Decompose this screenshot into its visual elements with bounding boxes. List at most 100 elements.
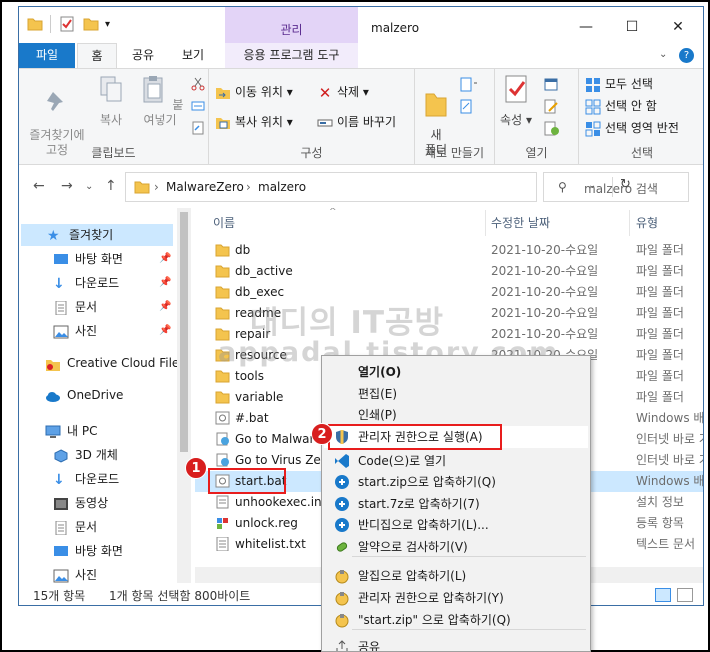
column-header-type[interactable]: 유형 (636, 214, 658, 231)
paste-shortcut-icon[interactable] (191, 121, 205, 135)
open-icon[interactable] (543, 77, 563, 93)
delete-button[interactable]: ✕ 삭제 ▾ (317, 81, 369, 103)
context-menu-item[interactable]: 반디집으로 압축하기(L)... (324, 514, 588, 536)
invert-selection-button[interactable]: 선택 영역 반전 (585, 117, 679, 139)
quick-access-dropdown-icon[interactable]: ▾ (105, 19, 121, 35)
nav-item-desktop-pc[interactable]: 바탕 화면 (53, 540, 123, 562)
context-menu: 열기(O) 편집(E) 인쇄(P) 관리자 권한으로 실행(A) Code(으)로 열기… (321, 355, 591, 652)
nav-item-3d-objects[interactable]: 3D 개체 (53, 444, 118, 466)
nav-scrollbar-thumb[interactable] (180, 212, 188, 452)
menu-separator (352, 629, 586, 630)
copy-label: 복사 (99, 113, 123, 127)
nav-item-pictures-pc[interactable]: 사진 (53, 564, 97, 583)
context-menu-item[interactable]: "start.zip" 으로 압축하기(Q) (324, 609, 588, 631)
file-type: 설치 정보 (636, 495, 684, 509)
context-menu-item[interactable]: Code(으)로 열기 (324, 450, 588, 472)
new-folder-quick-icon[interactable] (83, 16, 99, 32)
context-menu-item[interactable]: 인쇄(P) (324, 404, 588, 426)
copy-button[interactable]: 복사 (91, 73, 131, 128)
nav-item-pictures[interactable]: 사진 (53, 320, 97, 342)
context-menu-item[interactable]: 알약으로 검사하기(V) (324, 536, 588, 558)
file-row[interactable]: db_active 2021-10-20-수요일 파일 폴더 (195, 261, 703, 282)
minimize-button[interactable]: — (563, 13, 609, 41)
nav-item-downloads[interactable]: ↓ 다운로드 (53, 272, 119, 294)
copy-to-button[interactable]: 복사 위치 ▾ (215, 111, 293, 133)
history-icon[interactable] (543, 121, 563, 137)
annotation-box-run-as-admin (328, 424, 502, 450)
paste-button[interactable]: 붙여넣기 (133, 73, 187, 128)
nav-item-creative-cloud[interactable]: Creative Cloud Files (45, 352, 186, 374)
manage-context-band: 관리 (225, 7, 358, 43)
select-all-icon (586, 77, 600, 92)
internet-shortcut-icon (215, 432, 230, 446)
forward-arrow-icon[interactable]: → (61, 178, 73, 194)
help-icon[interactable]: ? (679, 48, 694, 63)
column-divider[interactable] (629, 210, 630, 236)
nav-item-this-pc[interactable]: 내 PC (45, 420, 97, 442)
file-name: db_active (235, 264, 293, 278)
column-divider[interactable] (485, 210, 486, 236)
new-item-icon[interactable] (459, 77, 479, 93)
file-type: 파일 폴더 (636, 285, 684, 299)
copy-path-icon[interactable] (191, 99, 205, 113)
alzip-icon (334, 612, 350, 628)
context-menu-label: 관리자 권한으로 압축하기(Y) (358, 591, 504, 605)
nav-item-quick-access[interactable]: ★ 즐겨찾기 (47, 224, 113, 246)
context-menu-item[interactable]: 편집(E) (324, 383, 588, 405)
nav-item-desktop[interactable]: 바탕 화면 (53, 248, 123, 270)
copy-to-icon (216, 117, 230, 129)
folder-icon (215, 369, 230, 383)
details-view-icon[interactable] (655, 588, 671, 602)
up-arrow-icon[interactable]: ↑ (105, 178, 117, 194)
rename-button[interactable]: 이름 바꾸기 (317, 111, 396, 133)
properties-icon (505, 75, 527, 103)
context-menu-item[interactable]: 공유 (324, 636, 588, 651)
nav-item-videos[interactable]: 동영상 (53, 492, 108, 514)
tab-view[interactable]: 보기 (173, 43, 213, 68)
file-type: 파일 폴더 (636, 264, 684, 278)
recent-dropdown-icon[interactable]: ⌄ (85, 181, 93, 192)
ribbon: 즐겨찾기에 고정 복사 붙여넣기 클립보드 이동 위치 ▾ ✕ 삭제 ▾ 복사 … (19, 68, 703, 165)
context-menu-item[interactable]: start.zip으로 압축하기(Q) (324, 471, 588, 493)
nav-item-documents[interactable]: 문서 (53, 296, 97, 318)
edit-icon[interactable] (543, 99, 563, 115)
breadcrumb-malwarezero[interactable]: MalwareZero (166, 180, 244, 194)
properties-check-icon[interactable] (59, 16, 75, 32)
large-icons-view-icon[interactable] (677, 588, 693, 602)
column-header-name[interactable]: 이름 (213, 214, 235, 231)
tab-app-tools[interactable]: 응용 프로그램 도구 (225, 43, 358, 68)
nav-item-documents-pc[interactable]: 문서 (53, 516, 97, 538)
video-icon (54, 497, 68, 510)
properties-button[interactable]: 속성 ▾ (499, 73, 533, 128)
context-menu-item[interactable]: 관리자 권한으로 압축하기(Y) (324, 587, 588, 609)
nav-label: 다운로드 (75, 276, 120, 290)
tab-file[interactable]: 파일 (19, 43, 75, 68)
move-to-button[interactable]: 이동 위치 ▾ (215, 81, 293, 103)
close-button[interactable]: ✕ (655, 13, 701, 41)
maximize-button[interactable]: ☐ (609, 13, 655, 41)
nav-item-downloads-pc[interactable]: ↓ 다운로드 (53, 468, 119, 490)
file-type: Windows 배치 파 (636, 474, 704, 488)
context-menu-item[interactable]: 알집으로 압축하기(L) (324, 565, 588, 587)
chevron-down-icon[interactable]: ⌄ (659, 49, 667, 60)
select-none-button[interactable]: 선택 안 함 (585, 95, 657, 117)
tab-home[interactable]: 홈 (77, 43, 117, 68)
file-type: 인터넷 바로 가기 (636, 453, 703, 467)
back-arrow-icon[interactable]: ← (33, 178, 45, 194)
breadcrumb-separator-icon[interactable]: › (154, 180, 159, 194)
search-box[interactable]: ⚲ malzero 검색 (543, 172, 689, 202)
cut-icon[interactable] (191, 77, 205, 91)
context-menu-item[interactable]: 열기(O) (324, 361, 588, 383)
file-row[interactable]: db 2021-10-20-수요일 파일 폴더 (195, 240, 703, 261)
select-all-button[interactable]: 모두 선택 (585, 73, 653, 95)
column-header-date[interactable]: 수정한 날짜 (491, 214, 550, 231)
nav-scrollbar[interactable] (177, 208, 191, 583)
easy-access-icon[interactable] (459, 99, 479, 115)
pin-icon (47, 92, 63, 111)
breadcrumb-malzero[interactable]: malzero (258, 180, 306, 194)
context-menu-item[interactable]: start.7z로 압축하기(7) (324, 493, 588, 515)
nav-item-onedrive[interactable]: OneDrive (45, 384, 123, 406)
address-bar[interactable]: › MalwareZero › malzero ⌄ ↻ (125, 172, 631, 202)
tab-share[interactable]: 공유 (123, 43, 163, 68)
breadcrumb-separator-icon[interactable]: › (246, 180, 251, 194)
